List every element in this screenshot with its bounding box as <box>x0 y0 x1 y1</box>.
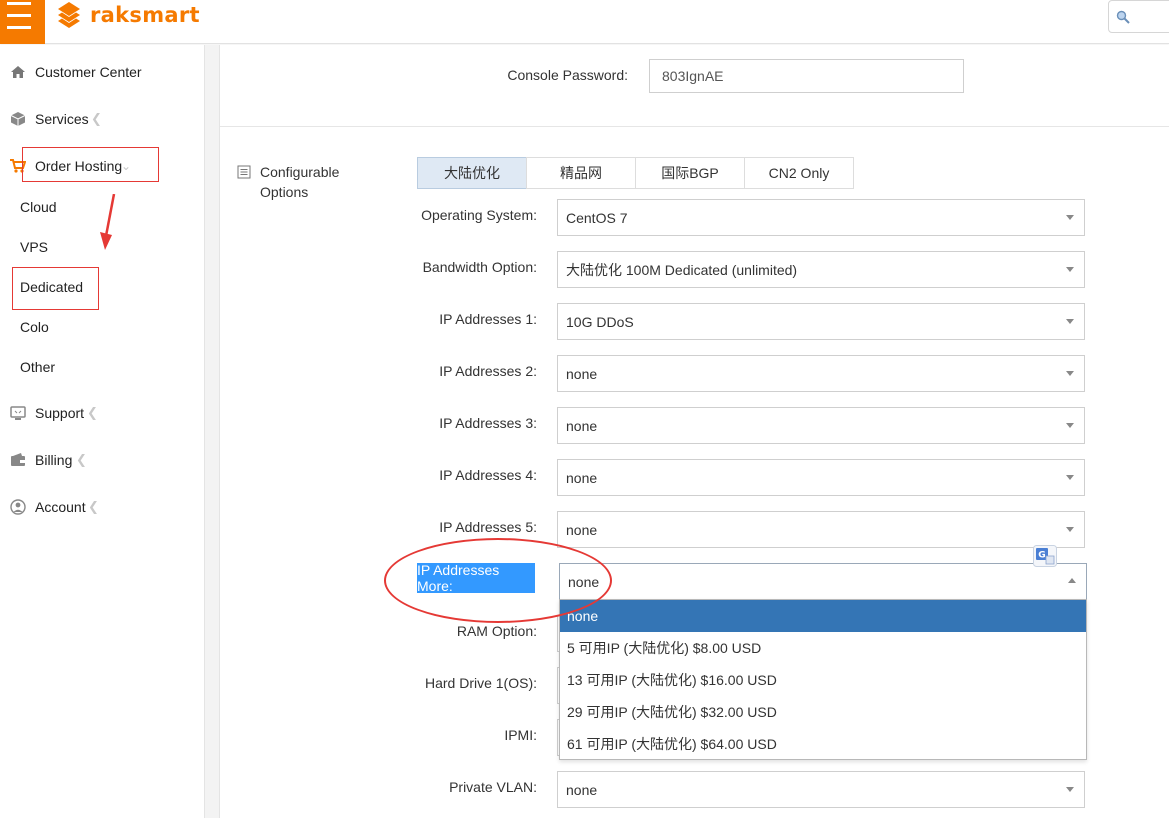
sidebar-item-services[interactable]: Services ❮ <box>0 104 205 134</box>
caret-down-icon <box>1066 371 1074 376</box>
console-password-label: Console Password: <box>507 67 628 83</box>
operating-system-select[interactable]: CentOS 7 <box>557 199 1085 236</box>
translate-icon[interactable]: G <box>1033 545 1057 567</box>
raksmart-logo-icon <box>58 2 80 28</box>
sidebar-subitem-vps[interactable]: VPS <box>20 239 48 255</box>
wallet-icon <box>11 453 25 466</box>
chevron-left-icon: ❮ <box>76 452 87 467</box>
caret-down-icon <box>1066 267 1074 272</box>
ip-addresses-5-select[interactable]: none <box>557 511 1085 548</box>
support-icon <box>10 406 26 420</box>
sidebar-subitem-colo[interactable]: Colo <box>20 319 49 335</box>
chevron-left-icon: ❮ <box>87 405 98 420</box>
ip-addresses-3-select[interactable]: none <box>557 407 1085 444</box>
ip-addresses-2-label: IP Addresses 2: <box>439 363 537 379</box>
search-input[interactable] <box>1108 0 1169 33</box>
select-value: none <box>566 781 598 798</box>
sidebar-item-account[interactable]: Account ❮ <box>0 492 205 522</box>
cube-icon <box>10 112 26 126</box>
ip-addresses-more-select[interactable]: none <box>559 563 1087 600</box>
hard-drive-label: Hard Drive 1(OS): <box>424 675 537 691</box>
ip-addresses-2-select[interactable]: none <box>557 355 1085 392</box>
tab-international-bgp[interactable]: 国际BGP <box>635 157 745 189</box>
sidebar-item-label: Billing <box>35 452 73 468</box>
sidebar-subitem-other[interactable]: Other <box>20 359 55 375</box>
logo[interactable]: raksmart <box>54 0 200 30</box>
dropdown-option[interactable]: 13 可用IP (大陆优化) $16.00 USD <box>560 664 1086 696</box>
tab-cn2-only[interactable]: CN2 Only <box>744 157 854 189</box>
hamburger-menu-button[interactable] <box>0 0 45 44</box>
home-icon <box>11 66 25 78</box>
user-circle-icon <box>10 499 26 515</box>
ip-addresses-more-dropdown: none 5 可用IP (大陆优化) $8.00 USD 13 可用IP (大陆… <box>559 599 1087 760</box>
ip-addresses-1-select[interactable]: 10G DDoS <box>557 303 1085 340</box>
annotation-arrow-icon <box>100 194 116 250</box>
ip-addresses-5-label: IP Addresses 5: <box>439 519 537 535</box>
caret-down-icon <box>1066 527 1074 532</box>
list-icon <box>237 165 251 179</box>
ram-option-label: RAM Option: <box>456 623 537 639</box>
select-value: none <box>566 365 598 382</box>
ip-addresses-3-label: IP Addresses 3: <box>439 415 537 431</box>
svg-text:G: G <box>1038 551 1045 561</box>
private-vlan-label: Private VLAN: <box>449 779 537 795</box>
bandwidth-option-select[interactable]: 大陆优化 100M Dedicated (unlimited) <box>557 251 1085 288</box>
select-value: CentOS 7 <box>566 209 628 226</box>
ip-addresses-4-select[interactable]: none <box>557 459 1085 496</box>
annotation-box-dedicated <box>12 267 99 310</box>
caret-down-icon <box>1066 787 1074 792</box>
caret-down-icon <box>1066 475 1074 480</box>
select-value: none <box>566 417 598 434</box>
ip-addresses-1-label: IP Addresses 1: <box>439 311 537 327</box>
chevron-left-icon: ❮ <box>91 111 102 126</box>
select-value: none <box>566 521 598 538</box>
sidebar-item-billing[interactable]: Billing ❮ <box>0 445 205 475</box>
caret-down-icon <box>1066 423 1074 428</box>
console-password-field[interactable]: 803IgnAE <box>649 59 964 93</box>
annotation-box-order-hosting <box>22 147 159 182</box>
sidebar-item-label: Customer Center <box>35 64 142 80</box>
dropdown-option[interactable]: none <box>560 600 1086 632</box>
sidebar-item-label: Services <box>35 111 89 127</box>
select-value: none <box>566 469 598 486</box>
sidebar-item-support[interactable]: Support ❮ <box>0 398 205 428</box>
caret-up-icon <box>1068 578 1076 583</box>
dropdown-option[interactable]: 29 可用IP (大陆优化) $32.00 USD <box>560 696 1086 728</box>
private-vlan-select[interactable]: none <box>557 771 1085 808</box>
bandwidth-option-label: Bandwidth Option: <box>422 259 537 275</box>
sidebar-subitem-cloud[interactable]: Cloud <box>20 199 57 215</box>
search-icon <box>1116 10 1130 24</box>
chevron-left-icon: ❮ <box>88 499 99 514</box>
select-value: 10G DDoS <box>566 313 634 330</box>
tab-premium-network[interactable]: 精品网 <box>526 157 636 189</box>
network-tabs: 大陆优化 精品网 国际BGP CN2 Only <box>417 157 854 189</box>
select-value: 大陆优化 100M Dedicated (unlimited) <box>566 261 798 278</box>
caret-down-icon <box>1066 319 1074 324</box>
sidebar-item-label: Account <box>35 499 86 515</box>
sidebar-item-label: Support <box>35 405 85 421</box>
tab-mainland-optimized[interactable]: 大陆优化 <box>417 157 527 189</box>
ip-addresses-4-label: IP Addresses 4: <box>439 467 537 483</box>
caret-down-icon <box>1066 215 1074 220</box>
ipmi-label: IPMI: <box>504 727 537 743</box>
sidebar-item-customer-center[interactable]: Customer Center <box>0 57 205 87</box>
logo-text: raksmart <box>90 3 200 27</box>
dropdown-option[interactable]: 5 可用IP (大陆优化) $8.00 USD <box>560 632 1086 664</box>
operating-system-label: Operating System: <box>421 207 537 223</box>
configurable-options-title: Configurable Options <box>260 164 340 200</box>
top-bar: raksmart <box>0 0 1169 44</box>
dropdown-option[interactable]: 61 可用IP (大陆优化) $64.00 USD <box>560 728 1086 760</box>
sidebar-divider <box>205 45 220 818</box>
annotation-ellipse <box>384 538 612 623</box>
